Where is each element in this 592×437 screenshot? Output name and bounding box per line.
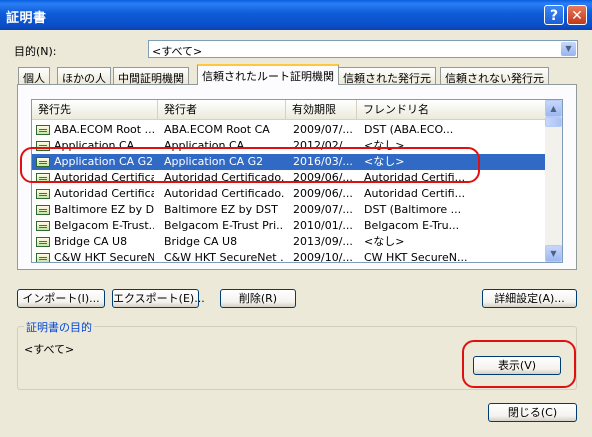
expiration: 2009/07/...	[293, 123, 353, 136]
tab-trusted-root-ca[interactable]: 信頼されたルート証明機関	[197, 64, 339, 85]
certificate-icon	[36, 125, 50, 135]
certificate-icon	[36, 237, 50, 247]
highlight-view-button	[462, 340, 576, 388]
purpose-value: <すべて>	[152, 45, 203, 58]
table-row[interactable]: Belgacom E-Trust... Belgacom E-Trust Pri…	[32, 218, 547, 234]
issued-by: ABA.ECOM Root CA	[164, 123, 270, 136]
table-row[interactable]: ABA.ECOM Root ... ABA.ECOM Root CA 2009/…	[32, 122, 547, 138]
tab-personal[interactable]: 個人	[18, 67, 50, 85]
issued-by: Belgacom E-Trust Pri...	[164, 219, 284, 232]
table-row[interactable]: Autoridad Certifica... Autoridad Certifi…	[32, 186, 547, 202]
cert-purpose-label: 証明書の目的	[24, 319, 94, 335]
certificate-icon	[36, 205, 50, 215]
issued-to: Baltimore EZ by D...	[54, 203, 154, 216]
table-row[interactable]: Bridge CA U8 Bridge CA U8 2013/09/... <な…	[32, 234, 547, 250]
import-button[interactable]: インポート(I)...	[17, 289, 105, 308]
certificate-icon	[36, 221, 50, 231]
issued-by: Bridge CA U8	[164, 235, 238, 248]
column-expiration[interactable]: 有効期限	[286, 100, 357, 119]
expiration: 2009/06/...	[293, 187, 353, 200]
column-issued-by[interactable]: 発行者	[158, 100, 286, 119]
table-row[interactable]: C&W HKT SecureN... C&W HKT SecureNet ...…	[32, 250, 547, 263]
export-button[interactable]: エクスポート(E)...	[112, 289, 205, 308]
scroll-thumb[interactable]	[545, 117, 562, 127]
issued-to: ABA.ECOM Root ...	[54, 123, 154, 136]
tab-intermediate-ca[interactable]: 中間証明機関	[113, 67, 189, 85]
expiration: 2009/10/...	[293, 251, 353, 263]
tab-other-people[interactable]: ほかの人	[57, 67, 111, 85]
expiration: 2009/07/...	[293, 203, 353, 216]
window-title: 証明書	[6, 11, 47, 26]
certificate-icon	[36, 189, 50, 199]
issued-to: C&W HKT SecureN...	[54, 251, 154, 263]
vertical-scrollbar[interactable]: ▲ ▼	[545, 100, 562, 262]
tab-trusted-publishers[interactable]: 信頼された発行元	[338, 67, 436, 85]
help-button[interactable]: ?	[544, 5, 564, 25]
friendly-name: DST (ABA.ECO...	[364, 123, 454, 136]
issued-to: Belgacom E-Trust...	[54, 219, 154, 232]
purpose-select[interactable]: <すべて> ▼	[148, 40, 578, 58]
friendly-name: DST (Baltimore ...	[364, 203, 462, 216]
advanced-button[interactable]: 詳細設定(A)...	[482, 289, 577, 308]
certificate-icon	[36, 253, 50, 262]
expiration: 2013/09/...	[293, 235, 353, 248]
chevron-down-icon[interactable]: ▼	[561, 42, 576, 56]
issued-to: Bridge CA U8	[54, 235, 128, 248]
tab-untrusted-publishers[interactable]: 信頼されない発行元	[440, 67, 549, 85]
scroll-up-icon[interactable]: ▲	[545, 100, 562, 117]
table-row[interactable]: Baltimore EZ by D... Baltimore EZ by DST…	[32, 202, 547, 218]
column-friendly-name[interactable]: フレンドリ名	[357, 100, 547, 119]
friendly-name: Autoridad Certifi...	[364, 187, 466, 200]
issued-by: C&W HKT SecureNet ...	[164, 251, 284, 263]
friendly-name: <なし>	[364, 235, 405, 248]
list-header: 発行先 発行者 有効期限 フレンドリ名	[32, 100, 547, 120]
issued-by: Autoridad Certificado...	[164, 187, 284, 200]
help-icon: ?	[549, 8, 559, 24]
tab-label: 信頼されたルート証明機関	[202, 70, 334, 83]
expiration: 2010/01/...	[293, 219, 353, 232]
column-issued-to[interactable]: 発行先	[32, 100, 158, 119]
title-bar[interactable]: 証明書 ? ✕	[0, 0, 592, 30]
issued-by: Baltimore EZ by DST	[164, 203, 278, 216]
scroll-down-icon[interactable]: ▼	[545, 245, 562, 262]
friendly-name: CW HKT SecureN...	[364, 251, 468, 263]
purpose-label: 目的(N):	[14, 45, 57, 58]
friendly-name: Belgacom E-Tru...	[364, 219, 460, 232]
issued-to: Autoridad Certifica...	[54, 187, 154, 200]
highlight-selected-row	[20, 147, 480, 183]
close-window-button[interactable]: ✕	[567, 5, 587, 25]
cert-purpose-value: <すべて>	[24, 343, 75, 356]
close-button[interactable]: 閉じる(C)	[488, 403, 577, 422]
remove-button[interactable]: 削除(R)	[220, 289, 296, 308]
close-icon: ✕	[571, 8, 583, 24]
